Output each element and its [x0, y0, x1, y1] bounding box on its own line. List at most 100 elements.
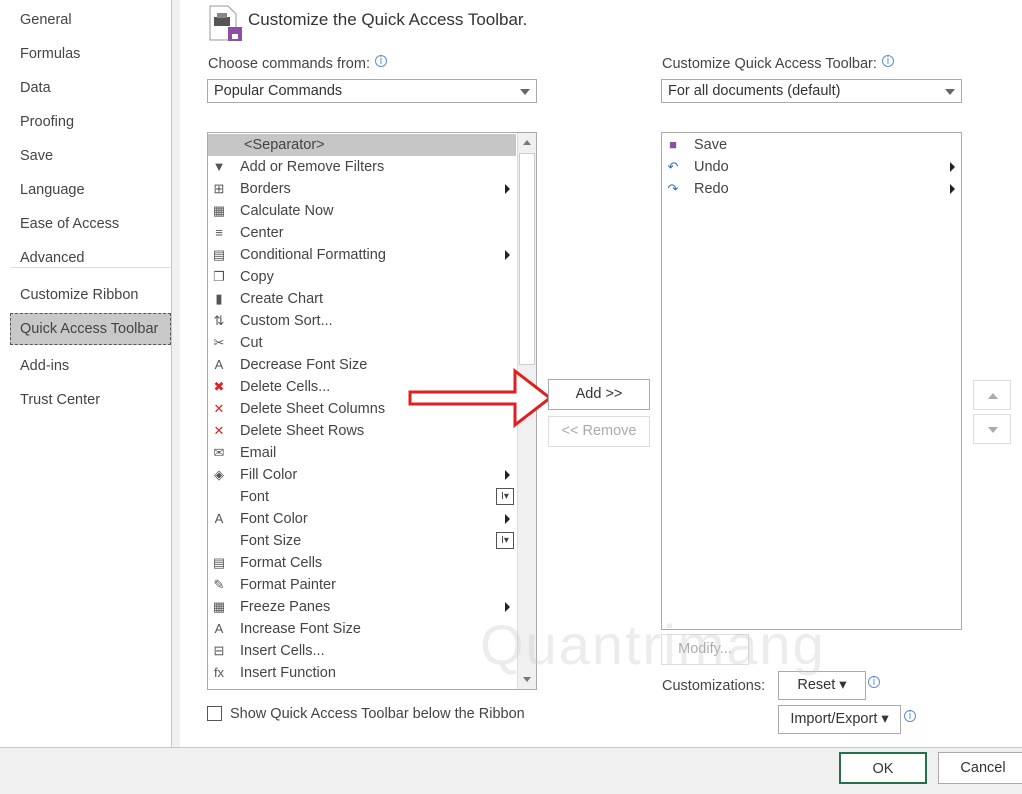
list-item[interactable]: ■ Save — [662, 134, 961, 156]
list-item-label: Fill Color — [240, 467, 298, 483]
list-item[interactable]: Font I▾ — [208, 486, 516, 508]
list-item[interactable]: ◈ Fill Color — [208, 464, 516, 486]
ok-button[interactable]: OK — [839, 752, 927, 784]
sidebar-item-advanced[interactable]: Advanced — [20, 242, 85, 274]
sidebar-item-quick-access-toolbar[interactable]: Quick Access Toolbar — [20, 313, 158, 345]
move-down-button[interactable] — [973, 414, 1011, 444]
list-item[interactable]: ↷ Redo — [662, 178, 961, 200]
customizations-label: Customizations: — [662, 678, 766, 694]
list-item[interactable]: ↶ Undo — [662, 156, 961, 178]
submenu-arrow-icon — [505, 602, 510, 612]
list-item-label: Save — [694, 137, 728, 153]
divider — [10, 267, 170, 268]
sidebar-item-save[interactable]: Save — [20, 140, 53, 172]
copy-icon: ❐ — [213, 269, 225, 284]
redo-icon: ↷ — [667, 181, 679, 196]
list-item-label: Format Cells — [240, 555, 323, 571]
info-icon[interactable]: i — [375, 55, 387, 67]
list-item[interactable]: A Font Color — [208, 508, 516, 530]
fx-icon: fx — [213, 665, 225, 680]
import-export-button[interactable]: Import/Export ▾ — [778, 705, 901, 734]
qat-list[interactable]: ■ Save ↶ Undo ↷ Redo — [661, 132, 962, 630]
info-icon[interactable]: i — [904, 710, 916, 722]
chart-icon: ▮ — [215, 291, 223, 306]
calculator-icon: ▦ — [212, 203, 226, 218]
sidebar-item-proofing[interactable]: Proofing — [20, 106, 74, 138]
list-item[interactable]: ⊞ Borders — [208, 178, 516, 200]
show-below-ribbon-checkbox[interactable] — [207, 706, 222, 721]
sidebar-item-customize-ribbon[interactable]: Customize Ribbon — [20, 279, 138, 311]
scroll-up-icon[interactable] — [523, 140, 531, 145]
list-item[interactable]: ▦ Freeze Panes — [208, 596, 516, 618]
submenu-arrow-icon — [950, 184, 955, 194]
customize-qat-select[interactable]: For all documents (default) — [661, 79, 962, 103]
font-picker-icon: I▾ — [496, 532, 514, 549]
list-item[interactable]: ≡ Center — [208, 222, 516, 244]
list-item-label: Create Chart — [240, 291, 324, 307]
list-item[interactable]: ⊟ Insert Cells... — [208, 640, 516, 662]
list-item[interactable]: ✉ Email — [208, 442, 516, 464]
import-export-label: Import/Export — [790, 711, 878, 727]
list-item[interactable]: ✎ Format Painter — [208, 574, 516, 596]
paintbrush-icon: ✎ — [213, 577, 225, 592]
list-item-label: Center — [240, 225, 284, 241]
list-item[interactable]: ▤ Conditional Formatting — [208, 244, 516, 266]
show-below-ribbon-label: Show Quick Access Toolbar below the Ribb… — [230, 706, 525, 722]
watermark: Quantrimang — [480, 613, 826, 676]
list-item-label: Font Color — [240, 511, 308, 527]
move-up-button[interactable] — [973, 380, 1011, 410]
list-item-label: Calculate Now — [240, 203, 334, 219]
delete-columns-icon: ✕ — [213, 401, 225, 416]
list-item-label: Delete Cells... — [240, 379, 331, 395]
format-cells-icon: ▤ — [212, 555, 226, 570]
sidebar-item-data[interactable]: Data — [20, 72, 51, 104]
sort-icon: ⇅ — [213, 313, 225, 328]
list-item-label: Font — [240, 489, 270, 505]
list-item[interactable]: ✂ Cut — [208, 332, 516, 354]
list-item[interactable]: ▦ Calculate Now — [208, 200, 516, 222]
sidebar-item-formulas[interactable]: Formulas — [20, 38, 80, 70]
chevron-down-icon — [520, 89, 530, 95]
sidebar-item-add-ins[interactable]: Add-ins — [20, 350, 69, 382]
list-item[interactable]: ❐ Copy — [208, 266, 516, 288]
scroll-thumb[interactable] — [519, 153, 535, 365]
cancel-button[interactable]: Cancel — [938, 752, 1022, 784]
red-arrow-annotation — [408, 367, 553, 429]
select-value: For all documents (default) — [668, 83, 841, 99]
list-item[interactable]: Font Size I▾ — [208, 530, 516, 552]
center-align-icon: ≡ — [215, 225, 223, 240]
remove-button[interactable]: << Remove — [548, 416, 650, 447]
fill-bucket-icon: ◈ — [214, 467, 224, 482]
up-arrow-icon — [988, 393, 998, 399]
list-item-label: Font Size — [240, 533, 302, 549]
info-icon[interactable]: i — [882, 55, 894, 67]
list-item[interactable]: <Separator> — [208, 134, 516, 156]
list-item[interactable]: A Increase Font Size — [208, 618, 516, 640]
list-item[interactable]: ▤ Format Cells — [208, 552, 516, 574]
info-icon[interactable]: i — [868, 676, 880, 688]
submenu-arrow-icon — [505, 470, 510, 480]
font-icon — [210, 489, 228, 505]
list-item-label: Custom Sort... — [240, 313, 333, 329]
submenu-arrow-icon — [505, 184, 510, 194]
sidebar-item-ease-of-access[interactable]: Ease of Access — [20, 208, 119, 240]
list-item-label: Decrease Font Size — [240, 357, 368, 373]
list-item-label: Copy — [240, 269, 274, 285]
list-item[interactable]: ⇅ Custom Sort... — [208, 310, 516, 332]
page-title: Customize the Quick Access Toolbar. — [248, 10, 528, 29]
sidebar-item-trust-center[interactable]: Trust Center — [20, 384, 100, 416]
list-item[interactable]: ▼ Add or Remove Filters — [208, 156, 516, 178]
list-item[interactable]: ▮ Create Chart — [208, 288, 516, 310]
sidebar-item-language[interactable]: Language — [20, 174, 85, 206]
list-item[interactable]: fx Insert Function — [208, 662, 516, 684]
insert-cells-icon: ⊟ — [213, 643, 225, 658]
list-item-label: Freeze Panes — [240, 599, 331, 615]
list-item-label: Insert Function — [240, 665, 336, 681]
font-size-icon — [210, 533, 228, 549]
chevron-down-icon — [945, 89, 955, 95]
scroll-down-icon[interactable] — [523, 677, 531, 682]
list-item-label: Redo — [694, 181, 729, 197]
choose-commands-select[interactable]: Popular Commands — [207, 79, 537, 103]
add-button[interactable]: Add >> — [548, 379, 650, 410]
sidebar-item-general[interactable]: General — [20, 4, 72, 36]
